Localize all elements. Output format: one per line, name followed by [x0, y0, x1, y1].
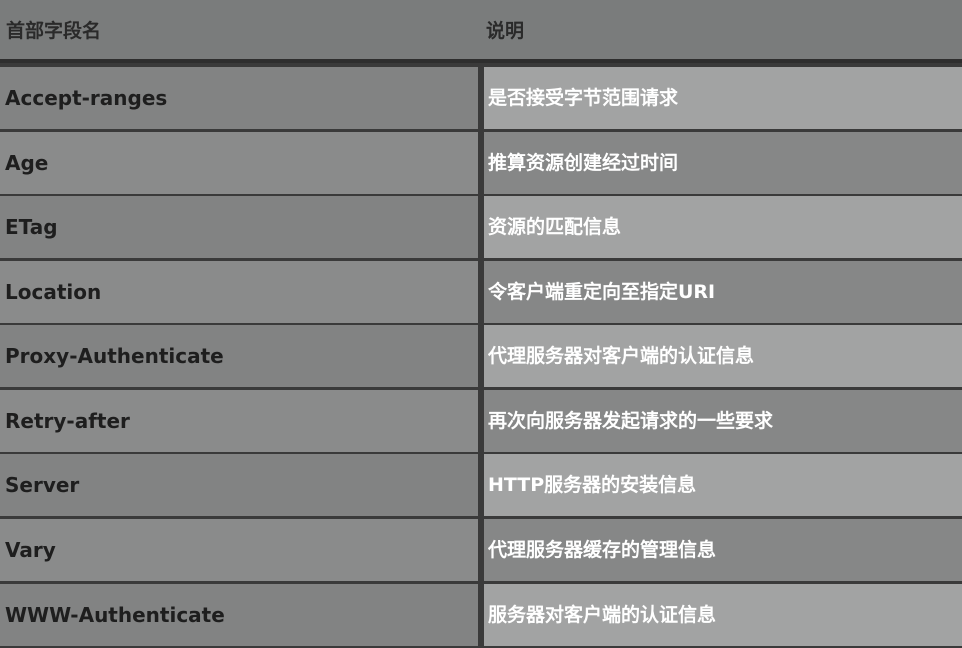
field-name-cell: Retry-after: [0, 390, 478, 452]
table-row: Proxy-Authenticate 代理服务器对客户端的认证信息: [0, 325, 962, 389]
table-row: Retry-after 再次向服务器发起请求的一些要求: [0, 390, 962, 454]
field-name-cell: Proxy-Authenticate: [0, 325, 478, 387]
description-cell: HTTP服务器的安装信息: [484, 454, 962, 516]
table-row: Accept-ranges 是否接受字节范围请求: [0, 67, 962, 131]
description-cell: 资源的匹配信息: [484, 196, 962, 258]
field-name-cell: ETag: [0, 196, 478, 258]
description-cell: 推算资源创建经过时间: [484, 132, 962, 194]
table-row: ETag 资源的匹配信息: [0, 196, 962, 260]
description-cell: 令客户端重定向至指定URI: [484, 261, 962, 323]
description-cell: 服务器对客户端的认证信息: [484, 584, 962, 646]
description-cell: 再次向服务器发起请求的一些要求: [484, 390, 962, 452]
table-row: Location 令客户端重定向至指定URI: [0, 261, 962, 325]
description-cell: 代理服务器缓存的管理信息: [484, 519, 962, 581]
table-row: Vary 代理服务器缓存的管理信息: [0, 519, 962, 583]
field-name-cell: WWW-Authenticate: [0, 584, 478, 646]
field-name-cell: Age: [0, 132, 478, 194]
column-header-description: 说明: [486, 20, 525, 42]
table-header: 首部字段名 说明: [0, 0, 962, 63]
table-row: Age 推算资源创建经过时间: [0, 132, 962, 196]
field-name-cell: Vary: [0, 519, 478, 581]
description-cell: 代理服务器对客户端的认证信息: [484, 325, 962, 387]
table-row: WWW-Authenticate 服务器对客户端的认证信息: [0, 584, 962, 648]
header-fields-table: 首部字段名 说明 Accept-ranges 是否接受字节范围请求 Age 推算…: [0, 0, 962, 648]
table-row: Server HTTP服务器的安装信息: [0, 454, 962, 518]
field-name-cell: Accept-ranges: [0, 67, 478, 129]
field-name-cell: Server: [0, 454, 478, 516]
column-header-field-name: 首部字段名: [6, 20, 102, 42]
description-cell: 是否接受字节范围请求: [484, 67, 962, 129]
field-name-cell: Location: [0, 261, 478, 323]
